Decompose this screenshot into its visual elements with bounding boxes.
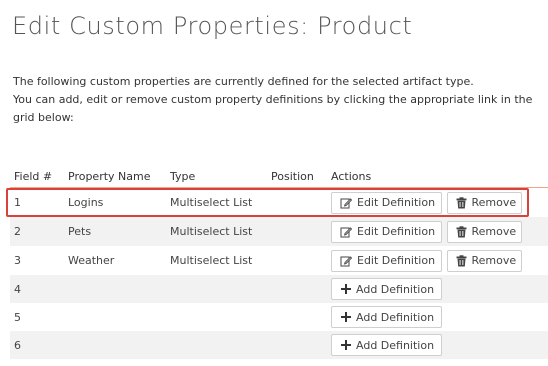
cell-property-name: Logins <box>68 196 104 209</box>
header-field: Field # <box>10 165 64 188</box>
cell-actions: Add Definition <box>327 303 548 331</box>
remove-button[interactable]: Remove <box>446 220 522 243</box>
cell-property-name: Pets <box>64 217 166 246</box>
custom-properties-grid: Field # Property Name Type Position Acti… <box>10 165 548 359</box>
header-actions: Actions <box>327 165 548 188</box>
header-type: Type <box>166 165 267 188</box>
edit-icon <box>340 226 353 238</box>
edit-definition-button[interactable]: Edit Definition <box>331 249 442 272</box>
trash-icon <box>456 225 467 238</box>
add-definition-button[interactable]: Add Definition <box>331 278 442 300</box>
remove-label: Remove <box>471 225 517 238</box>
plus-icon <box>341 284 351 294</box>
cell-position <box>267 331 327 359</box>
remove-button[interactable]: Remove <box>446 191 522 214</box>
cell-type: Multiselect List <box>166 217 267 246</box>
cell-property-name <box>64 303 166 331</box>
cell-actions: Edit Definition Remove <box>327 217 548 246</box>
cell-property-name: Weather <box>68 254 115 267</box>
plus-icon <box>341 340 351 350</box>
edit-definition-label: Edit Definition <box>357 196 436 209</box>
remove-label: Remove <box>471 196 517 209</box>
cell-field: 1 <box>14 196 21 209</box>
edit-definition-button[interactable]: Edit Definition <box>331 191 442 214</box>
page-description: The following custom properties are curr… <box>13 73 543 127</box>
edit-definition-label: Edit Definition <box>357 254 436 267</box>
cell-position <box>267 217 327 246</box>
cell-position <box>267 275 327 303</box>
header-property-name: Property Name <box>64 165 166 188</box>
cell-actions: Edit Definition Remove <box>327 246 548 275</box>
cell-position <box>267 303 327 331</box>
cell-type: Multiselect List <box>170 196 253 209</box>
add-definition-label: Add Definition <box>356 338 435 352</box>
remove-button[interactable]: Remove <box>446 249 522 272</box>
add-definition-label: Add Definition <box>356 310 435 324</box>
table-row: 4 Add Definition <box>10 275 548 303</box>
grid-header-row: Field # Property Name Type Position Acti… <box>10 165 548 188</box>
cell-type <box>166 331 267 359</box>
table-row: 2 Pets Multiselect List Edit Definition … <box>10 217 548 246</box>
table-row: 3 Weather Multiselect List Edit Definiti… <box>10 246 548 275</box>
cell-field: 2 <box>10 217 64 246</box>
trash-icon <box>456 196 467 209</box>
cell-actions: Edit Definition Remove <box>327 188 548 218</box>
remove-label: Remove <box>471 254 517 267</box>
cell-type <box>166 275 267 303</box>
trash-icon <box>456 254 467 267</box>
header-position: Position <box>267 165 327 188</box>
edit-definition-label: Edit Definition <box>357 225 436 238</box>
edit-definition-button[interactable]: Edit Definition <box>331 220 442 243</box>
cell-field: 4 <box>10 275 64 303</box>
page-title: Edit Custom Properties: Product <box>12 12 413 40</box>
cell-field: 5 <box>14 310 21 324</box>
table-row: 1 Logins Multiselect List Edit Definitio… <box>10 188 548 218</box>
table-row: 5 Add Definition <box>10 303 548 331</box>
add-definition-label: Add Definition <box>356 282 435 296</box>
cell-property-name <box>64 331 166 359</box>
table-row: 6 Add Definition <box>10 331 548 359</box>
cell-type: Multiselect List <box>170 254 253 267</box>
cell-field: 3 <box>14 254 21 267</box>
plus-icon <box>341 312 351 322</box>
add-definition-button[interactable]: Add Definition <box>331 306 442 328</box>
cell-type <box>166 303 267 331</box>
cell-actions: Add Definition <box>327 331 548 359</box>
cell-position <box>267 188 327 218</box>
add-definition-button[interactable]: Add Definition <box>331 334 442 356</box>
edit-icon <box>340 255 353 267</box>
description-line-1: The following custom properties are curr… <box>13 75 474 88</box>
cell-position <box>267 246 327 275</box>
edit-icon <box>340 197 353 209</box>
cell-actions: Add Definition <box>327 275 548 303</box>
description-line-2: You can add, edit or remove custom prope… <box>13 93 533 124</box>
cell-property-name <box>64 275 166 303</box>
cell-field: 6 <box>10 331 64 359</box>
